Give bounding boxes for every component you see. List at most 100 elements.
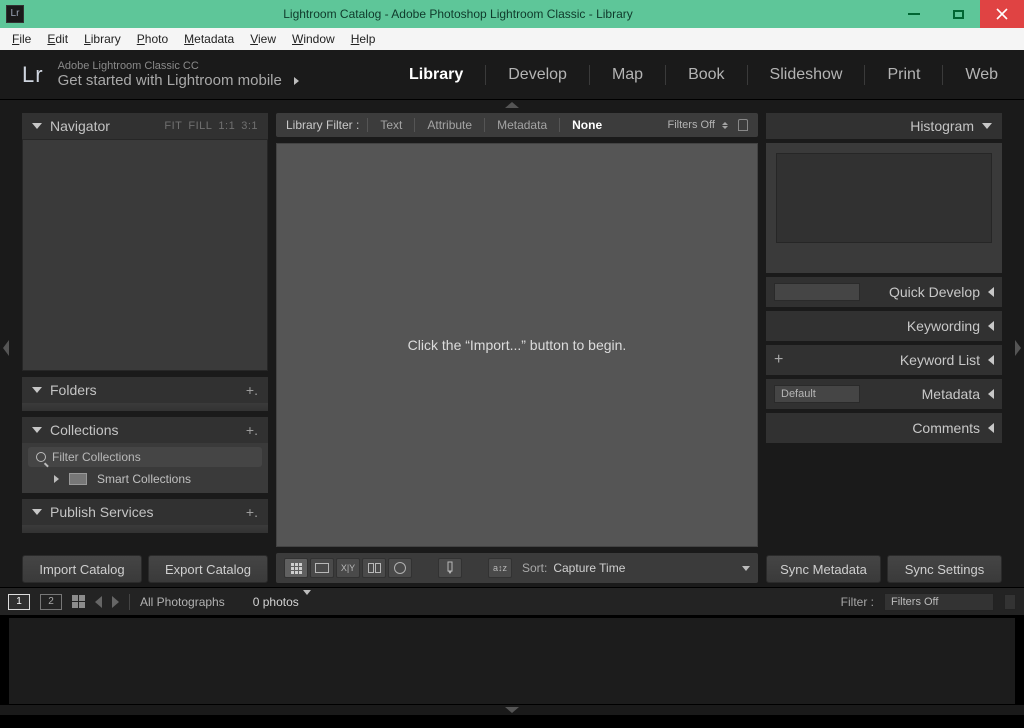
keywording-header[interactable]: Keywording <box>766 311 1002 341</box>
keyword-list-header[interactable]: +Keyword List <box>766 345 1002 375</box>
export-catalog-button[interactable]: Export Catalog <box>148 555 268 583</box>
left-panel-toggle[interactable] <box>0 109 12 587</box>
compare-view-button[interactable]: X|Y <box>336 558 360 578</box>
close-button[interactable] <box>980 0 1024 28</box>
menu-help[interactable]: Help <box>343 30 384 48</box>
identity-header: Lr Adobe Lightroom Classic CC Get starte… <box>0 50 1024 100</box>
source-lock-toggle[interactable] <box>1004 594 1016 610</box>
add-publish-button[interactable]: +. <box>246 504 258 520</box>
chevron-left-icon <box>3 340 9 356</box>
left-panel: Navigator FITFILL1:13:1 Folders+. Collec… <box>12 109 272 587</box>
module-map[interactable]: Map <box>604 66 651 84</box>
survey-view-button[interactable] <box>362 558 386 578</box>
quick-develop-header[interactable]: Quick Develop <box>766 277 1002 307</box>
workspace: Navigator FITFILL1:13:1 Folders+. Collec… <box>0 109 1024 587</box>
module-develop[interactable]: Develop <box>500 66 575 84</box>
module-book[interactable]: Book <box>680 66 732 84</box>
module-picker: Library Develop Map Book Slideshow Print… <box>401 65 1006 85</box>
import-catalog-button[interactable]: Import Catalog <box>22 555 142 583</box>
add-collection-button[interactable]: +. <box>246 422 258 438</box>
window-titlebar: Lr Lightroom Catalog - Adobe Photoshop L… <box>0 0 1024 28</box>
publish-services-header[interactable]: Publish Services+. <box>22 499 268 525</box>
comments-header[interactable]: Comments <box>766 413 1002 443</box>
app-icon: Lr <box>6 5 24 23</box>
main-screen-button[interactable]: 1 <box>8 594 30 610</box>
product-name: Adobe Lightroom Classic CC <box>58 60 299 72</box>
add-folder-button[interactable]: +. <box>246 382 258 398</box>
histogram-body <box>766 143 1002 273</box>
minimize-button[interactable] <box>892 0 936 28</box>
collection-set-icon <box>69 473 87 485</box>
right-panel-toggle[interactable] <box>1012 109 1024 587</box>
filmstrip[interactable] <box>8 617 1016 705</box>
library-filter-bar: Library Filter : Text Attribute Metadata… <box>276 113 758 137</box>
grid-view-button[interactable] <box>284 558 308 578</box>
sync-settings-button[interactable]: Sync Settings <box>887 555 1002 583</box>
sort-menu[interactable]: Capture Time <box>553 561 628 575</box>
menu-edit[interactable]: Edit <box>39 30 76 48</box>
menu-photo[interactable]: Photo <box>129 30 176 48</box>
menu-file[interactable]: File <box>4 30 39 48</box>
filter-collections-input[interactable]: Filter Collections <box>28 447 262 467</box>
publish-body <box>22 525 268 533</box>
module-slideshow[interactable]: Slideshow <box>762 66 851 84</box>
filter-metadata[interactable]: Metadata <box>493 118 551 132</box>
lightroom-logo: Lr <box>22 64 44 86</box>
people-view-button[interactable] <box>388 558 412 578</box>
bottom-panel-toggle[interactable] <box>0 705 1024 715</box>
source-breadcrumb[interactable]: All Photographs <box>140 595 225 609</box>
chevron-left-icon <box>988 389 994 399</box>
nav-back-button[interactable] <box>95 596 102 608</box>
module-print[interactable]: Print <box>879 66 928 84</box>
quick-develop-preset-menu[interactable] <box>774 283 860 301</box>
window-controls <box>892 0 1024 28</box>
menu-library[interactable]: Library <box>76 30 129 48</box>
sync-metadata-button[interactable]: Sync Metadata <box>766 555 881 583</box>
disclosure-icon <box>982 123 992 129</box>
chevron-left-icon <box>988 287 994 297</box>
metadata-preset-menu[interactable]: Default <box>774 385 860 403</box>
mobile-link[interactable]: Get started with Lightroom mobile <box>58 72 299 89</box>
toolbar-config-menu[interactable] <box>742 566 750 571</box>
chevron-right-icon <box>54 475 59 483</box>
top-panel-toggle[interactable] <box>0 100 1024 109</box>
navigator-zoom-options[interactable]: FITFILL1:13:1 <box>158 120 258 132</box>
filter-none[interactable]: None <box>568 118 606 132</box>
disclosure-icon <box>32 123 42 129</box>
menu-metadata[interactable]: Metadata <box>176 30 242 48</box>
filter-preset-menu[interactable]: Filters Off <box>668 119 748 131</box>
second-screen-button[interactable]: 2 <box>40 594 62 610</box>
metadata-header[interactable]: DefaultMetadata <box>766 379 1002 409</box>
folders-body <box>22 403 268 411</box>
nav-forward-button[interactable] <box>112 596 119 608</box>
navigator-preview <box>22 139 268 371</box>
collections-header[interactable]: Collections+. <box>22 417 268 443</box>
menu-window[interactable]: Window <box>284 30 343 48</box>
histogram-header[interactable]: Histogram <box>766 113 1002 139</box>
module-library[interactable]: Library <box>401 66 471 84</box>
menu-view[interactable]: View <box>242 30 284 48</box>
filter-attribute[interactable]: Attribute <box>423 118 476 132</box>
disclosure-icon <box>32 509 42 515</box>
chevron-left-icon <box>988 423 994 433</box>
lock-icon[interactable] <box>738 119 748 131</box>
module-web[interactable]: Web <box>957 66 1006 84</box>
toolbar: X|Y a↕z Sort: Capture Time <box>276 553 758 583</box>
smart-collections-row[interactable]: Smart Collections <box>28 467 262 491</box>
add-keyword-button[interactable]: + <box>774 351 783 369</box>
filmstrip-filter-menu[interactable]: Filters Off <box>884 593 994 611</box>
disclosure-icon <box>32 427 42 433</box>
grid-view[interactable]: Click the “Import...” button to begin. <box>276 143 758 547</box>
painter-tool[interactable] <box>438 558 462 578</box>
photo-count[interactable]: 0 photos <box>253 595 311 609</box>
disclosure-icon <box>32 387 42 393</box>
filter-text[interactable]: Text <box>376 118 406 132</box>
search-icon <box>36 452 46 462</box>
sort-direction-button[interactable]: a↕z <box>488 558 512 578</box>
right-panel: Histogram Quick Develop Keywording +Keyw… <box>762 109 1012 587</box>
jump-to-grid-icon[interactable] <box>72 595 85 608</box>
maximize-button[interactable] <box>936 0 980 28</box>
loupe-view-button[interactable] <box>310 558 334 578</box>
folders-header[interactable]: Folders+. <box>22 377 268 403</box>
navigator-header[interactable]: Navigator FITFILL1:13:1 <box>22 113 268 139</box>
